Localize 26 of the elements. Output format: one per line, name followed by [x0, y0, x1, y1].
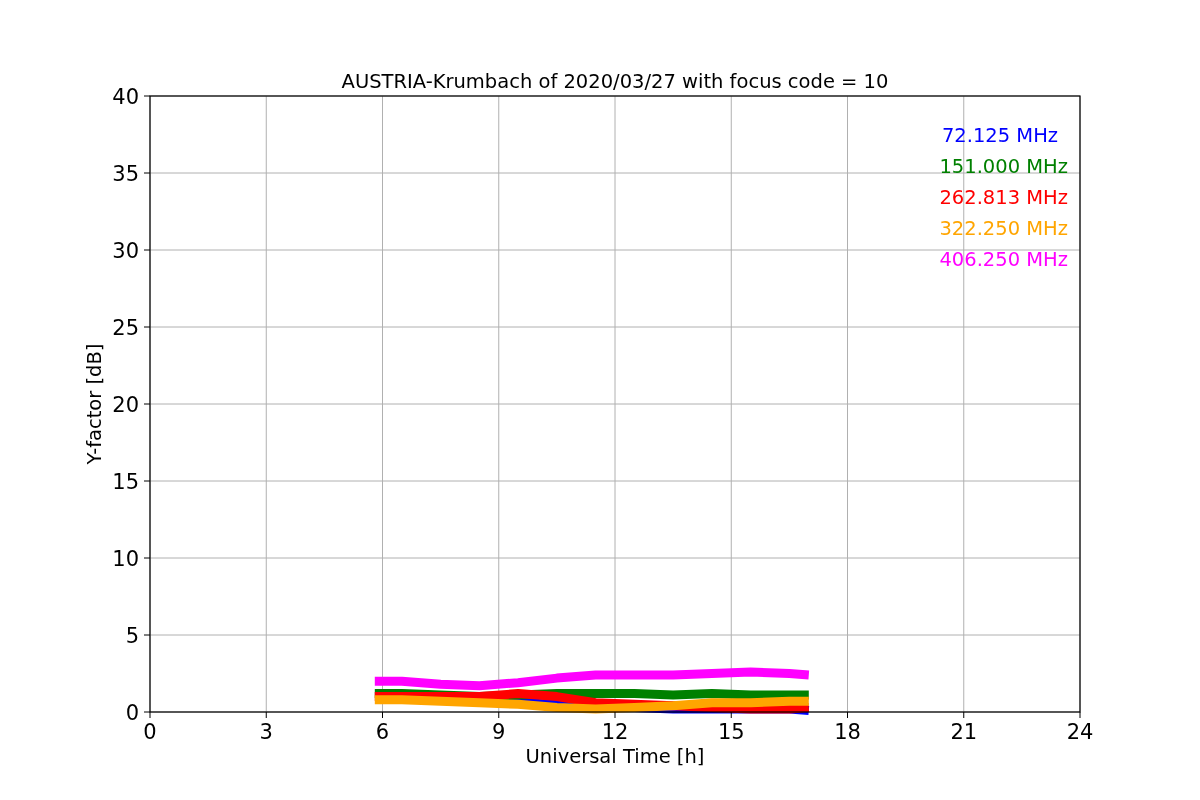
x-tick-label: 3: [259, 720, 273, 744]
legend-label: 322.250 MHz: [939, 217, 1068, 240]
x-tick-label: 0: [143, 720, 157, 744]
y-tick-label: 0: [125, 701, 139, 725]
x-tick-label: 24: [1066, 720, 1094, 744]
x-tick-label: 15: [717, 720, 745, 744]
y-axis-label: Y-factor [dB]: [83, 343, 106, 465]
x-axis-label: Universal Time [h]: [525, 745, 705, 768]
y-tick-label: 20: [112, 393, 139, 417]
y-tick-label: 30: [112, 239, 139, 263]
x-tick-label: 21: [950, 720, 978, 744]
y-tick-label: 40: [112, 85, 139, 109]
y-tick-label: 15: [112, 470, 139, 494]
x-tick-label: 18: [834, 720, 861, 744]
y-tick-label: 35: [112, 162, 139, 186]
y-tick-label: 25: [112, 316, 139, 340]
legend-label: 151.000 MHz: [939, 155, 1068, 178]
x-tick-label: 9: [492, 720, 506, 744]
legend-label: 72.125 MHz: [941, 124, 1059, 147]
legend-label: 262.813 MHz: [939, 186, 1068, 209]
y-tick-label: 5: [125, 624, 139, 648]
chart-title: AUSTRIA-Krumbach of 2020/03/27 with focus code = 10: [341, 70, 889, 93]
legend-label: 406.250 MHz: [939, 248, 1068, 271]
x-tick-label: 12: [601, 720, 629, 744]
y-tick-label: 10: [112, 547, 139, 571]
x-tick-label: 6: [375, 720, 390, 744]
